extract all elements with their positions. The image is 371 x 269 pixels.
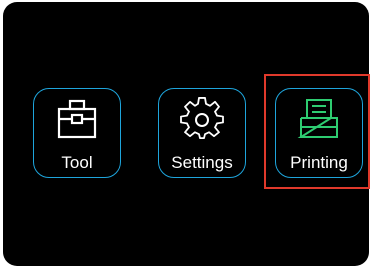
settings-label: Settings bbox=[171, 153, 233, 172]
toolbox-icon bbox=[57, 99, 97, 139]
device-screen: Tool Settings Printing bbox=[3, 2, 369, 266]
printing-label: Printing bbox=[290, 153, 348, 172]
settings-button[interactable]: Settings bbox=[158, 88, 246, 178]
printing-button[interactable]: Printing bbox=[275, 88, 363, 178]
printer-icon bbox=[297, 99, 338, 138]
tool-label: Tool bbox=[61, 153, 93, 172]
tool-button[interactable]: Tool bbox=[33, 88, 121, 178]
gear-icon bbox=[180, 97, 224, 140]
